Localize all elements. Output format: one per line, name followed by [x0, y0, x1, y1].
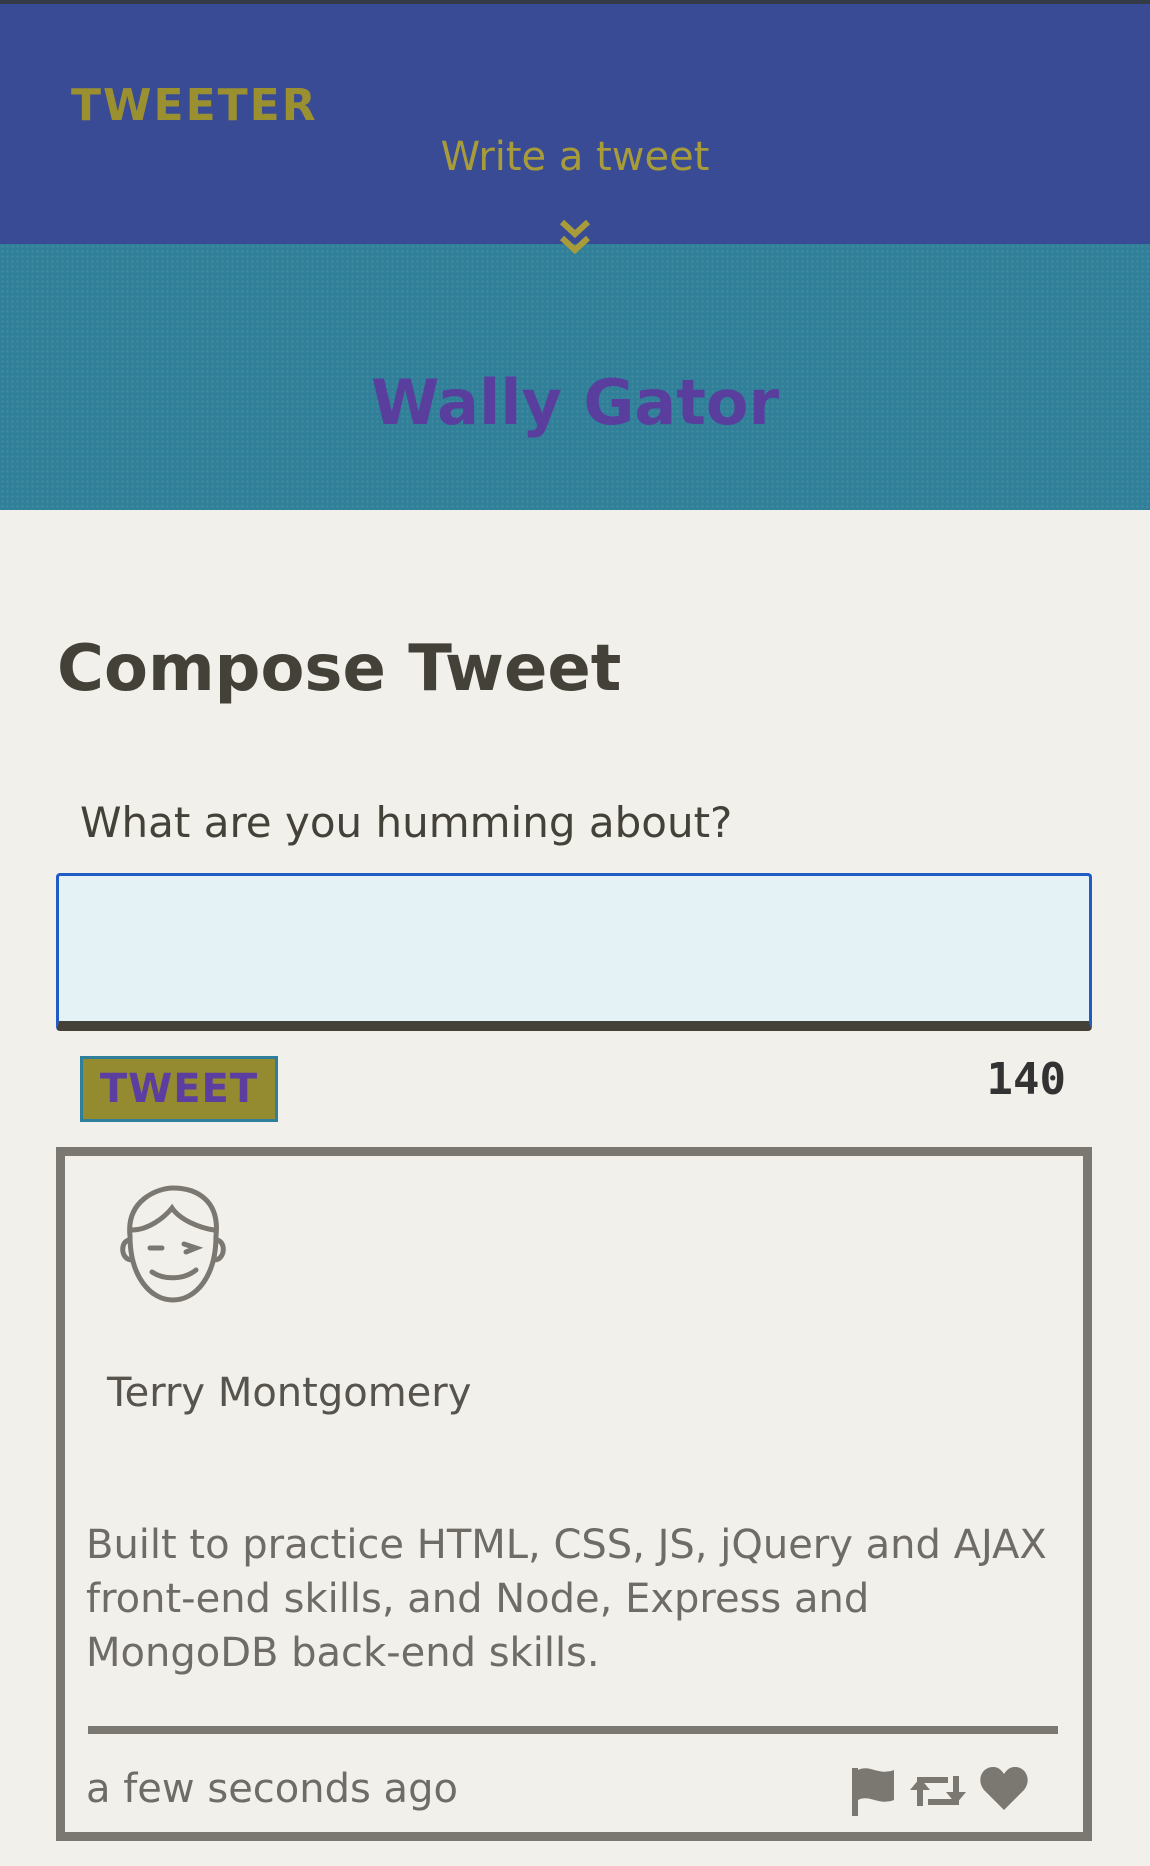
heart-icon[interactable]	[978, 1764, 1030, 1814]
tweet-actions	[848, 1764, 1048, 1820]
tweet-body: Built to practice HTML, CSS, JS, jQuery …	[86, 1522, 1047, 1676]
tweet-divider	[88, 1726, 1058, 1734]
compose-title: Compose Tweet	[57, 632, 622, 706]
double-chevron-down-icon[interactable]	[557, 218, 593, 258]
char-counter: 140	[986, 1054, 1066, 1105]
tweet-input[interactable]	[56, 873, 1092, 1031]
tweet-button[interactable]: TWEET	[80, 1056, 278, 1122]
tweet-timestamp: a few seconds ago	[86, 1766, 458, 1812]
flag-icon[interactable]	[848, 1764, 898, 1818]
face-avatar-icon	[120, 1185, 226, 1303]
brand-logo[interactable]: TWEETER	[71, 80, 318, 131]
compose-label: What are you humming about?	[80, 798, 733, 847]
retweet-icon[interactable]	[908, 1764, 968, 1818]
write-tweet-toggle[interactable]: Write a tweet	[0, 134, 1150, 180]
tweet-author[interactable]: Terry Montgomery	[107, 1370, 471, 1416]
nav-bar: TWEETER Write a tweet	[0, 4, 1150, 244]
profile-header: Wally Gator	[0, 244, 1150, 510]
profile-name: Wally Gator	[370, 366, 780, 439]
tweet-card: Terry Montgomery Built to practice HTML,…	[56, 1147, 1092, 1841]
